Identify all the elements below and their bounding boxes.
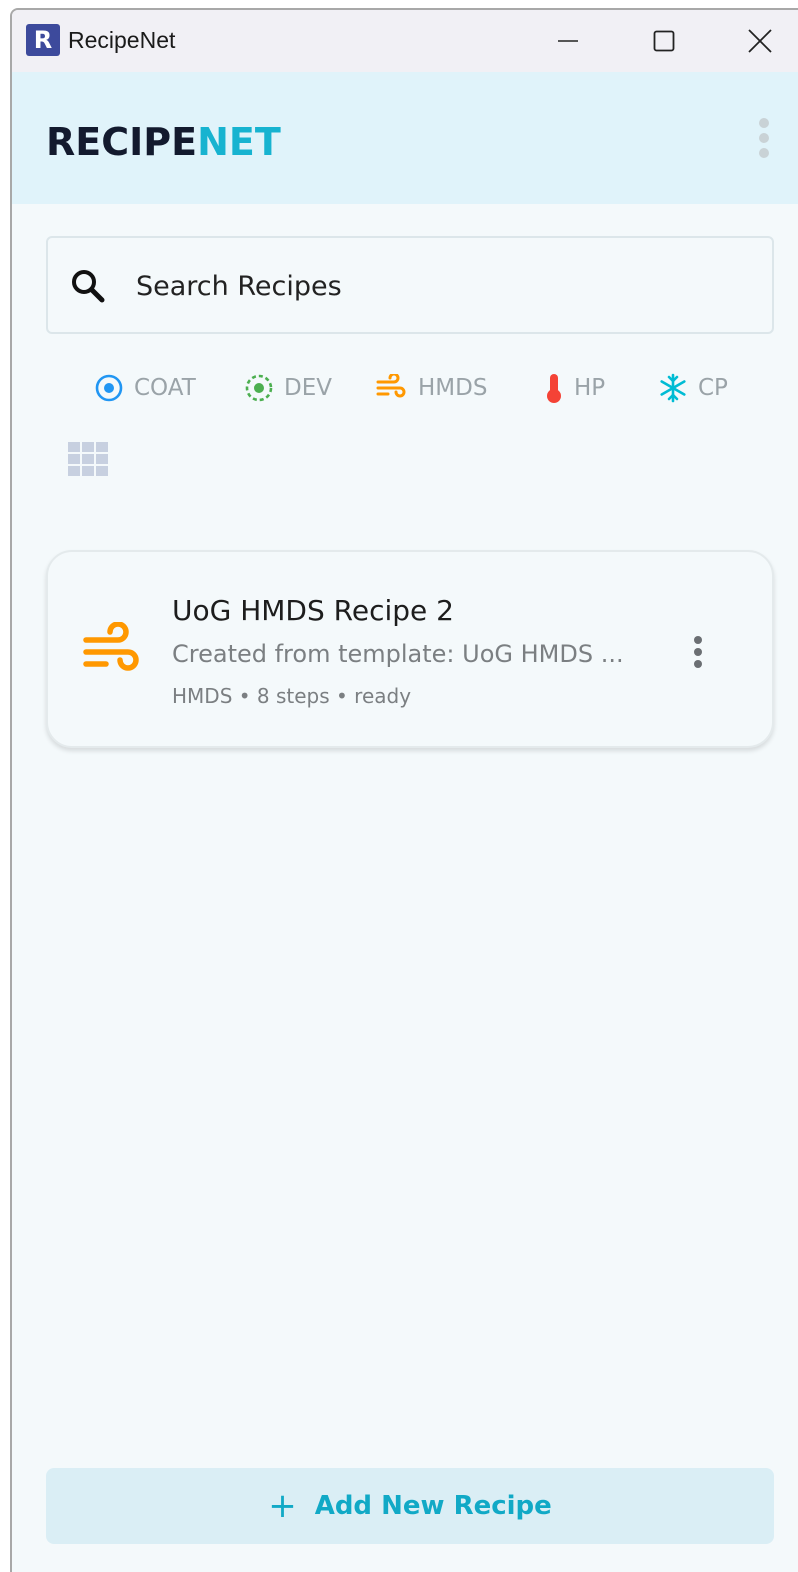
filter-hp[interactable]: HP bbox=[544, 368, 605, 408]
title-bar: R RecipeNet bbox=[12, 10, 798, 72]
filter-dev[interactable]: DEV bbox=[244, 368, 332, 408]
dashed-target-icon bbox=[245, 374, 273, 402]
brand-logo: RECIPENET bbox=[46, 120, 281, 164]
app-window: R RecipeNet RECIPENET COAT bbox=[10, 8, 798, 1572]
recipe-description: Created from template: UoG HMDS ... bbox=[172, 640, 624, 668]
header-more-menu-icon[interactable] bbox=[752, 118, 776, 158]
maximize-icon bbox=[653, 30, 675, 52]
close-icon bbox=[748, 29, 772, 53]
minimize-icon bbox=[558, 40, 578, 42]
close-button[interactable] bbox=[712, 10, 798, 72]
app-header: RECIPENET bbox=[12, 72, 798, 204]
maximize-button[interactable] bbox=[616, 10, 712, 72]
filter-label: HP bbox=[574, 375, 606, 401]
brand-text-primary: RECIPE bbox=[46, 120, 198, 164]
thermometer-icon bbox=[547, 374, 561, 403]
snowflake-icon bbox=[660, 373, 686, 403]
grid-view-icon[interactable] bbox=[68, 442, 108, 476]
filter-label: COAT bbox=[134, 375, 196, 401]
filter-label: DEV bbox=[284, 375, 332, 401]
app-logo-icon: R bbox=[26, 24, 60, 56]
filter-hmds[interactable]: HMDS bbox=[376, 368, 487, 408]
plus-icon: + bbox=[268, 1486, 297, 1526]
wind-icon bbox=[83, 622, 139, 671]
filter-label: HMDS bbox=[418, 375, 488, 401]
search-icon bbox=[72, 270, 105, 303]
window-title: RecipeNet bbox=[68, 27, 176, 53]
search-input[interactable] bbox=[136, 268, 736, 304]
recipe-meta: HMDS • 8 steps • ready bbox=[172, 684, 412, 708]
recipe-card[interactable]: UoG HMDS Recipe 2 Created from template:… bbox=[46, 550, 774, 748]
recipe-more-menu-icon[interactable] bbox=[686, 636, 710, 668]
add-new-recipe-button[interactable]: + Add New Recipe bbox=[46, 1468, 774, 1544]
filter-coat[interactable]: COAT bbox=[94, 368, 196, 408]
brand-text-accent: NET bbox=[197, 120, 281, 164]
wind-icon bbox=[376, 374, 406, 398]
search-box bbox=[46, 236, 774, 334]
add-button-label: Add New Recipe bbox=[314, 1491, 552, 1521]
filter-cp[interactable]: CP bbox=[658, 368, 728, 408]
filter-label: CP bbox=[698, 375, 728, 401]
target-icon bbox=[95, 374, 123, 402]
recipe-title: UoG HMDS Recipe 2 bbox=[172, 594, 454, 627]
minimize-button[interactable] bbox=[520, 10, 616, 72]
